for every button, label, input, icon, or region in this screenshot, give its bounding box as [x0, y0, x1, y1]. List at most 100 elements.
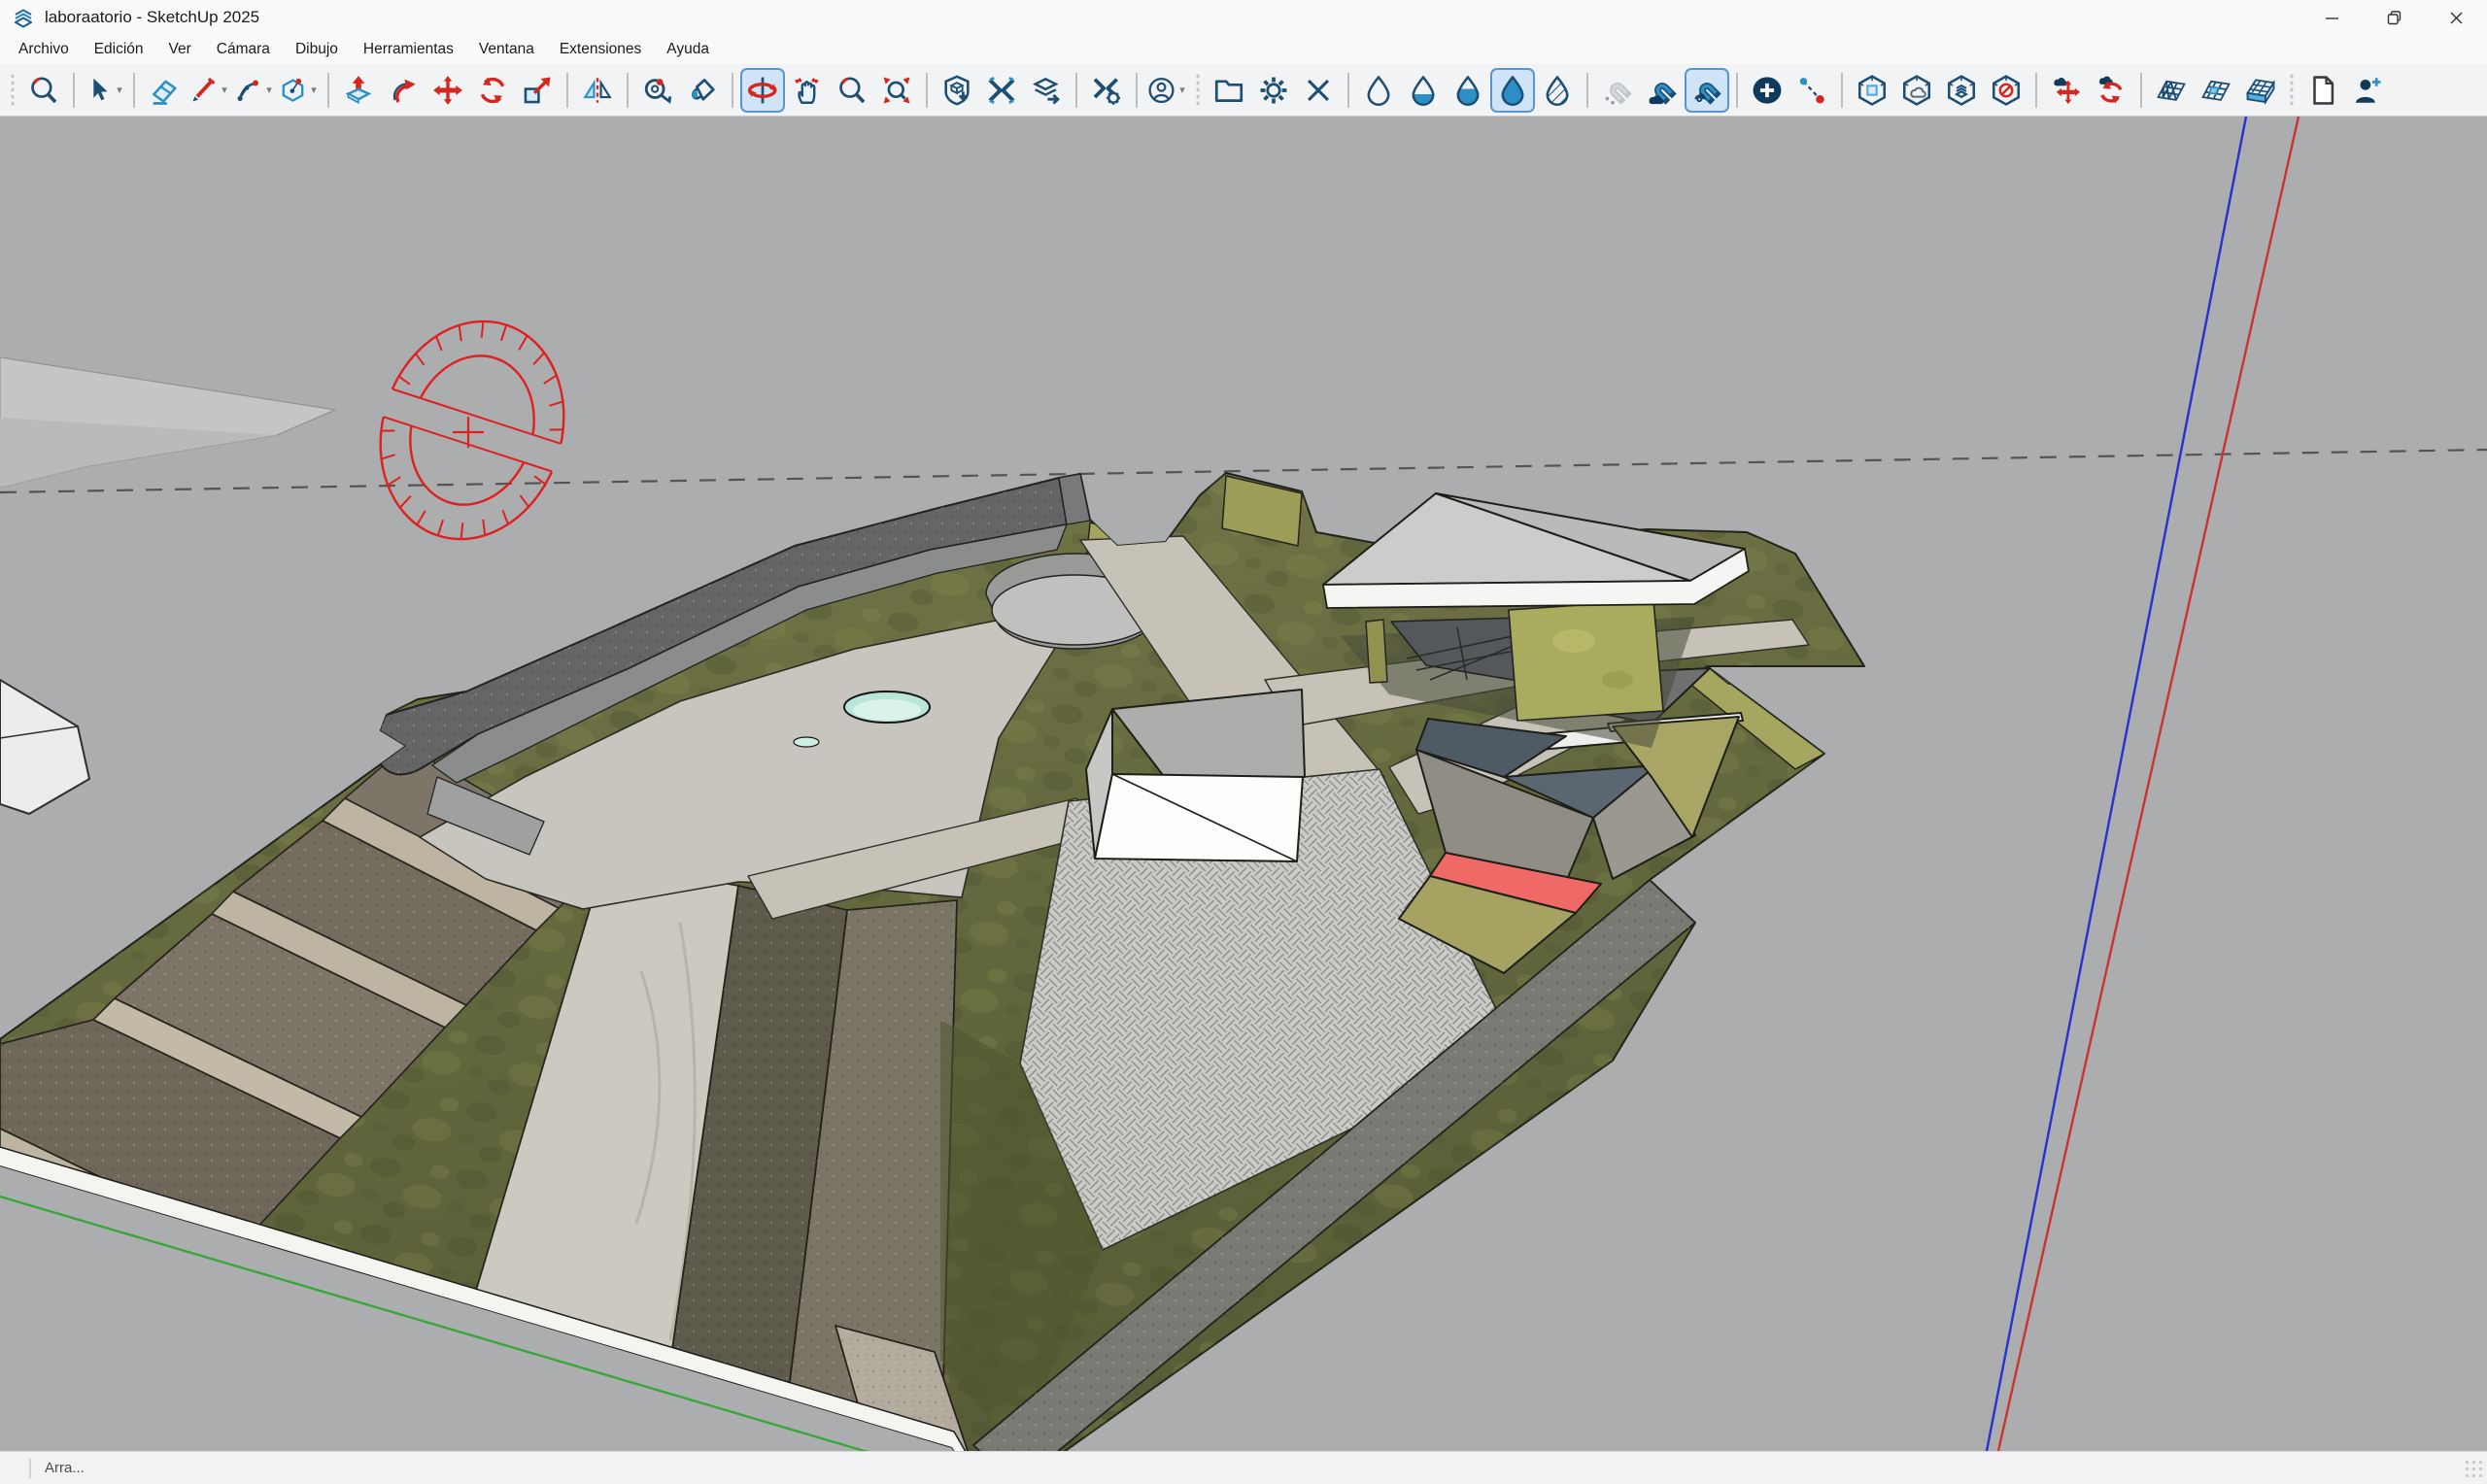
droplet-empty-button[interactable] [1356, 68, 1401, 113]
resize-grip[interactable] [2464, 1459, 2483, 1478]
droplet-full-icon [1496, 74, 1529, 107]
orbit-icon [746, 74, 779, 107]
scale-icon [521, 74, 554, 107]
menu-herramientas[interactable]: Herramientas [351, 35, 466, 64]
menu-edicion[interactable]: Edición [82, 35, 156, 64]
flip-icon [581, 74, 614, 107]
main-toolbar: ▾ ▾ ▾ ▾ ▾ [0, 64, 2487, 117]
toolbar-separator [1586, 73, 1588, 108]
tape-measure-icon [641, 74, 674, 107]
node-line-button[interactable] [1789, 68, 1834, 113]
search-zoom-button[interactable] [21, 68, 66, 113]
magnet-cloud-button[interactable] [1640, 68, 1685, 113]
arc-2pt-icon [233, 74, 263, 107]
extension-settings-button[interactable] [1084, 68, 1129, 113]
component-blocked-button[interactable] [1984, 68, 2028, 113]
pan-button[interactable] [785, 68, 830, 113]
move-cloud-button[interactable] [2044, 68, 2089, 113]
trimble-connect-button[interactable] [979, 68, 1024, 113]
settings-gear-icon [1257, 74, 1290, 107]
scale-button[interactable] [515, 68, 560, 113]
magnet-scan-button[interactable] [1685, 68, 1729, 113]
add-person-button[interactable] [2345, 68, 2390, 113]
close-x-button[interactable] [1296, 68, 1341, 113]
toolbar-grip[interactable] [1195, 73, 1201, 108]
toolbar-separator [1841, 73, 1843, 108]
chevron-down-icon[interactable]: ▾ [264, 84, 274, 96]
new-document-icon [2306, 74, 2339, 107]
droplet-low-button[interactable] [1401, 68, 1446, 113]
menu-ayuda[interactable]: Ayuda [654, 35, 722, 64]
menu-dibujo[interactable]: Dibujo [283, 35, 351, 64]
chevron-down-icon[interactable]: ▾ [115, 84, 124, 96]
menu-ventana[interactable]: Ventana [466, 35, 547, 64]
toolbar-grip[interactable] [10, 73, 16, 108]
droplet-empty-icon [1362, 74, 1395, 107]
flip-button[interactable] [575, 68, 620, 113]
chevron-down-icon[interactable]: ▾ [309, 84, 319, 96]
close-button[interactable] [2425, 0, 2487, 35]
extension-settings-icon [1090, 74, 1123, 107]
status-bar: Arra... [0, 1451, 2487, 1484]
account-button[interactable]: ▾ [1144, 68, 1189, 113]
folder-button[interactable] [1207, 68, 1251, 113]
sandbox-smoove-icon [2199, 74, 2232, 107]
chevron-down-icon[interactable]: ▾ [1177, 84, 1187, 96]
pencil-button[interactable]: ▾ [187, 68, 231, 113]
warehouse-download-button[interactable] [935, 68, 979, 113]
sync-cloud-button[interactable] [2089, 68, 2133, 113]
select-button[interactable]: ▾ [82, 68, 126, 113]
arc-2pt-button[interactable]: ▾ [231, 68, 276, 113]
new-document-button[interactable] [2300, 68, 2345, 113]
restore-button[interactable] [2363, 0, 2425, 35]
follow-me-button[interactable] [381, 68, 426, 113]
menu-camara[interactable]: Cámara [204, 35, 283, 64]
chevron-down-icon[interactable]: ▾ [220, 84, 229, 96]
status-message: Arra... [45, 1460, 85, 1476]
polygon-button[interactable]: ▾ [276, 68, 321, 113]
add-person-icon [2351, 74, 2384, 107]
layers-export-button[interactable] [1024, 68, 1069, 113]
trimble-connect-icon [985, 74, 1018, 107]
droplet-hatched-button[interactable] [1535, 68, 1580, 113]
add-circle-icon [1751, 74, 1784, 107]
eraser-button[interactable] [142, 68, 187, 113]
zoom-tool-icon [835, 74, 869, 107]
sandbox-from-contours-button[interactable] [2149, 68, 2194, 113]
magnet-off-button[interactable] [1595, 68, 1640, 113]
droplet-mid-button[interactable] [1446, 68, 1490, 113]
menu-ver[interactable]: Ver [156, 35, 204, 64]
zoom-extents-button[interactable] [874, 68, 919, 113]
toolbar-separator [566, 73, 568, 108]
move-cloud-icon [2050, 74, 2083, 107]
sandbox-smoove-button[interactable] [2194, 68, 2238, 113]
droplet-full-button[interactable] [1490, 68, 1535, 113]
magnet-off-icon [1601, 74, 1634, 107]
zoom-tool-button[interactable] [830, 68, 874, 113]
component-sketchup-icon [1945, 74, 1978, 107]
zoom-extents-icon [880, 74, 913, 107]
settings-gear-button[interactable] [1251, 68, 1296, 113]
menu-archivo[interactable]: Archivo [6, 35, 82, 64]
toolbar-separator [73, 73, 75, 108]
add-circle-button[interactable] [1745, 68, 1789, 113]
component-cloud-button[interactable] [1894, 68, 1939, 113]
sandbox-extrude-button[interactable] [2238, 68, 2283, 113]
menu-extensiones[interactable]: Extensiones [547, 35, 654, 64]
tape-measure-button[interactable] [635, 68, 680, 113]
paint-bucket-button[interactable] [680, 68, 725, 113]
menu-bar: Archivo Edición Ver Cámara Dibujo Herram… [0, 35, 2487, 64]
toolbar-grip[interactable] [2289, 73, 2295, 108]
component-square-button[interactable] [1850, 68, 1894, 113]
status-divider [29, 1459, 31, 1478]
model-viewport[interactable] [0, 117, 2487, 1451]
toolbar-separator [133, 73, 135, 108]
component-sketchup-button[interactable] [1939, 68, 1984, 113]
push-pull-button[interactable] [336, 68, 381, 113]
minimize-button[interactable] [2300, 0, 2363, 35]
move-button[interactable] [426, 68, 470, 113]
sketchup-window: laboraatorio - SketchUp 2025 Archivo Edi… [0, 0, 2487, 1484]
orbit-button[interactable] [740, 68, 785, 113]
rotate-button[interactable] [470, 68, 515, 113]
folder-icon [1212, 74, 1245, 107]
